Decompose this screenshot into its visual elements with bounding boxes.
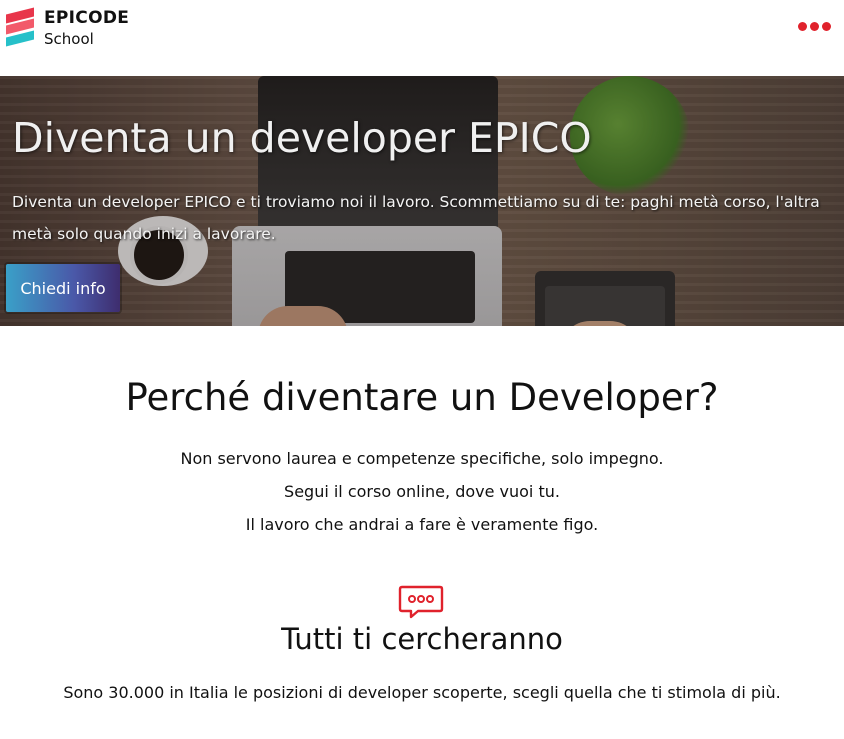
epicode-logo[interactable]: EPICODE School <box>6 7 129 47</box>
feature-text: Sono 30.000 in Italia le posizioni di de… <box>63 683 781 702</box>
chat-bubble-icon <box>398 585 444 619</box>
chiedi-info-button[interactable]: Chiedi info <box>6 264 120 312</box>
why-title: Perché diventare un Developer? <box>125 376 719 419</box>
more-dots-icon[interactable] <box>798 18 834 34</box>
hero-banner: Diventa un developer EPICO Diventa un de… <box>0 76 844 326</box>
why-line: Il lavoro che andrai a fare è veramente … <box>245 515 599 534</box>
top-navbar: EPICODE School <box>0 0 844 76</box>
logo-mark-icon <box>6 7 36 47</box>
why-description: Non servono laurea e competenze specific… <box>0 442 844 541</box>
logo-subbrand: School <box>44 30 94 48</box>
feature-title: Tutti ti cercheranno <box>281 622 563 656</box>
logo-text: EPICODE School <box>44 8 129 47</box>
why-line: Segui il corso online, dove vuoi tu. <box>284 482 560 501</box>
hero-title: Diventa un developer EPICO <box>12 114 592 162</box>
why-line: Non servono laurea e competenze specific… <box>180 449 664 468</box>
logo-brand: EPICODE <box>44 8 130 28</box>
hero-subtitle: Diventa un developer EPICO e ti troviamo… <box>12 193 820 243</box>
